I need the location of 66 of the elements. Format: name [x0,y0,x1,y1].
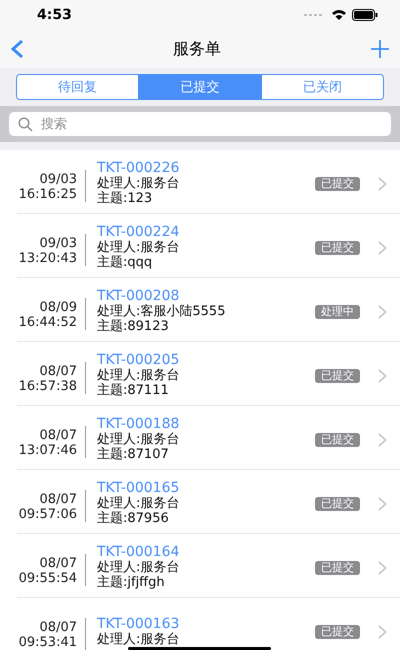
ticket-time: 09:55:54 [18,570,77,586]
ticket-handler: 处理人:服务台 [97,368,180,383]
ticket-date: 08/07 [40,492,77,506]
ticket-handler: 处理人:服务台 [97,176,180,191]
ticket-subject: 主题:jfjffgh [97,575,165,590]
page-title: 服务单 [173,38,221,60]
status-badge: 已提交 [315,432,360,446]
ticket-date: 08/09 [40,300,77,314]
chevron-icon[interactable] [378,176,387,190]
status-badge: 已提交 [315,560,360,574]
ticket-date: 08/07 [40,620,77,634]
chevron-icon[interactable] [378,560,387,574]
ticket-number[interactable]: TKT-000208 [97,289,180,304]
wifi-icon [331,9,347,21]
ticket-subject: 主题:89123 [97,319,169,334]
ticket-number[interactable]: TKT-000165 [97,481,180,496]
search-icon [18,117,33,132]
search-field[interactable]: 搜索 [9,112,391,136]
ticket-date: 08/07 [40,428,77,442]
ticket-handler: 处理人:服务台 [97,240,180,255]
ticket-number[interactable]: TKT-000188 [97,417,180,432]
ticket-number[interactable]: TKT-000224 [97,225,180,240]
status-badge: 已提交 [315,240,360,254]
ticket-date: 09/03 [40,172,77,186]
ticket-number[interactable]: TKT-000164 [97,545,180,560]
ticket-time: 09:57:06 [18,506,77,522]
ticket-number[interactable]: TKT-000226 [97,161,180,176]
segment-tab[interactable]: 已关闭 [260,75,383,99]
ticket-time: 13:20:43 [18,250,77,266]
chevron-icon[interactable] [378,432,387,446]
status-badge: 已提交 [315,176,360,190]
segment-tab[interactable]: 已提交 [138,75,261,99]
ticket-number[interactable]: TKT-000205 [97,353,180,368]
ticket-subject: 主题:qqq [97,255,152,270]
status-badge: 已提交 [315,624,360,638]
ticket-handler: 处理人:服务台 [97,632,180,646]
ticket-handler: 处理人:客服小陆5555 [97,304,226,319]
ticket-date: 08/07 [40,556,77,570]
ticket-subject: 主题:87111 [97,383,169,398]
status-time: 4:53 [37,7,72,23]
back-icon[interactable] [10,39,24,59]
ticket-subject: 主题:87107 [97,447,169,462]
ticket-time: 16:16:25 [18,186,77,202]
status-badge: 已提交 [315,496,360,510]
ticket-date: 09/03 [40,236,77,250]
chevron-icon[interactable] [378,624,387,638]
status-badge: 处理中 [315,304,360,318]
chevron-icon[interactable] [378,496,387,510]
status-badge: 已提交 [315,368,360,382]
chevron-icon[interactable] [378,240,387,254]
ticket-time: 16:57:38 [18,378,77,394]
battery-icon [352,9,378,21]
ticket-time: 13:07:46 [18,442,77,458]
ticket-subject: 主题:123 [97,191,152,206]
ticket-handler: 处理人:服务台 [97,560,180,575]
chevron-icon[interactable] [378,368,387,382]
segment-tab[interactable]: 待回复 [17,75,138,99]
chevron-icon[interactable] [378,304,387,318]
ticket-time: 09:53:41 [18,634,77,650]
ticket-handler: 处理人:服务台 [97,432,180,447]
ticket-handler: 处理人:服务台 [97,496,180,511]
ticket-time: 16:44:52 [18,314,77,330]
ticket-number[interactable]: TKT-000163 [97,616,180,632]
ticket-date: 08/07 [40,364,77,378]
ticket-subject: 主题:87956 [97,511,169,526]
add-icon[interactable] [370,39,390,59]
